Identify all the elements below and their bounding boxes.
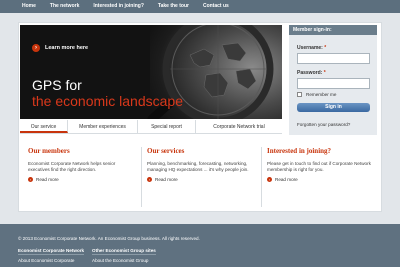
username-label: Username: * bbox=[297, 45, 327, 51]
footer-link[interactable]: About the Economist Group bbox=[92, 258, 148, 264]
learn-more-label: Learn more here bbox=[45, 45, 89, 51]
column-our-members: Our members Economist Corporate Network … bbox=[28, 147, 138, 209]
hero-title-line2: the economic landscape bbox=[32, 93, 183, 109]
nav-contact-us[interactable]: Contact us bbox=[196, 0, 236, 13]
forgot-password-link[interactable]: Forgotten your password? bbox=[297, 122, 350, 127]
footer-link[interactable]: About Economist Corporate bbox=[18, 258, 74, 264]
signin-button[interactable]: Sign in bbox=[297, 103, 370, 112]
footer: © 2013 Economist Corporate Network. An E… bbox=[0, 224, 400, 267]
column-title: Interested in joining? bbox=[267, 147, 332, 155]
arrow-right-icon: › bbox=[147, 177, 152, 183]
column-body: Economist Corporate Network helps senior… bbox=[28, 161, 116, 173]
hero-banner: › Learn more here GPS for the economic l… bbox=[20, 25, 282, 119]
main-content-panel: › Learn more here GPS for the economic l… bbox=[18, 22, 382, 212]
read-more-link[interactable]: › Read more bbox=[267, 177, 377, 183]
column-title: Our members bbox=[28, 147, 70, 155]
hero-tabs: Our service Member experiences Special r… bbox=[20, 120, 282, 134]
member-signin-panel: Member sign-in: Username: * Password: * … bbox=[289, 25, 377, 135]
remember-me: Remember me bbox=[297, 92, 336, 97]
nav-home[interactable]: Home bbox=[18, 0, 43, 13]
column-title: Our services bbox=[147, 147, 185, 155]
column-divider bbox=[261, 147, 262, 207]
footer-column-title: Economist Corporate Network bbox=[18, 248, 85, 255]
learn-more-link[interactable]: › Learn more here bbox=[32, 44, 88, 52]
remember-me-checkbox[interactable] bbox=[297, 92, 302, 97]
column-body: Please get in touch to find out if Corpo… bbox=[267, 161, 371, 173]
remember-me-label: Remember me bbox=[306, 92, 337, 97]
tab-our-service[interactable]: Our service bbox=[20, 120, 68, 133]
column-our-services: Our services Planning, benchmarking, for… bbox=[147, 147, 257, 209]
arrow-right-icon: › bbox=[32, 44, 40, 52]
hero-title-line1: GPS for bbox=[32, 77, 82, 93]
arrow-right-icon: › bbox=[28, 177, 33, 183]
column-interested-in-joining: Interested in joining? Please get in tou… bbox=[267, 147, 377, 209]
nav-take-the-tour[interactable]: Take the tour bbox=[151, 0, 196, 13]
tab-member-experiences[interactable]: Member experiences bbox=[68, 120, 138, 133]
read-more-link[interactable]: › Read more bbox=[28, 177, 138, 183]
tab-special-report[interactable]: Special report bbox=[138, 120, 196, 133]
required-mark: * bbox=[323, 70, 326, 76]
username-input[interactable] bbox=[297, 53, 370, 64]
password-label: Password: * bbox=[297, 70, 326, 76]
top-nav: Home The network Interested in joining? … bbox=[18, 0, 236, 13]
arrow-right-icon: › bbox=[267, 177, 272, 183]
required-mark: * bbox=[324, 45, 327, 51]
top-nav-bar: Home The network Interested in joining? … bbox=[0, 0, 400, 13]
nav-the-network[interactable]: The network bbox=[43, 0, 86, 13]
column-body: Planning, benchmarking, forecasting, net… bbox=[147, 161, 249, 173]
read-more-link[interactable]: › Read more bbox=[147, 177, 257, 183]
signin-header: Member sign-in: bbox=[289, 25, 377, 35]
copyright-text: © 2013 Economist Corporate Network. An E… bbox=[18, 236, 200, 241]
tab-corporate-network-trial[interactable]: Corporate Network trial bbox=[196, 120, 282, 133]
nav-interested-in-joining[interactable]: Interested in joining? bbox=[86, 0, 151, 13]
column-divider bbox=[141, 147, 142, 207]
password-input[interactable] bbox=[297, 78, 370, 89]
footer-column-title: Other Economist Group sites bbox=[92, 248, 156, 255]
